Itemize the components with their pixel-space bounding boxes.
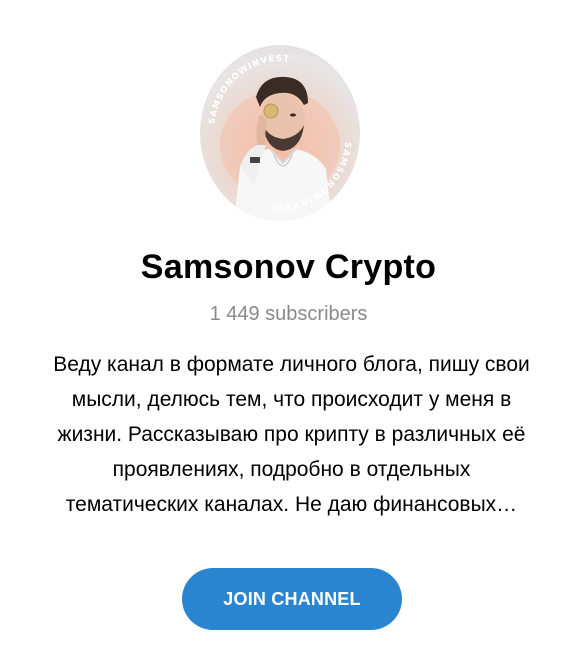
avatar-portrait-image: SAMSONOWINVEST SAMSONOWINVEST: [207, 54, 351, 221]
description-line: Веду канал в формате личного блога, пишу…: [53, 353, 530, 376]
description-line: жизни. Рассказываю про крипту в различны…: [57, 423, 526, 446]
description-line: мысли, делюсь тем, что происходит у меня…: [71, 388, 512, 411]
description-line: проявлениях, подробно в отдельных: [112, 458, 471, 481]
channel-description: Веду канал в формате личного блога, пишу…: [14, 347, 569, 522]
channel-avatar: SAMSONOWINVEST SAMSONOWINVEST: [200, 45, 360, 221]
channel-preview-card: SAMSONOWINVEST SAMSONOWINVEST Samsonov C…: [0, 0, 577, 670]
channel-title: Samsonov Crypto: [140, 248, 437, 286]
subscriber-count: 1 449 subscribers: [209, 303, 368, 325]
join-channel-button[interactable]: JOIN CHANNEL: [182, 568, 402, 630]
description-line: тематических каналах. Не даю финансовых…: [65, 493, 518, 516]
